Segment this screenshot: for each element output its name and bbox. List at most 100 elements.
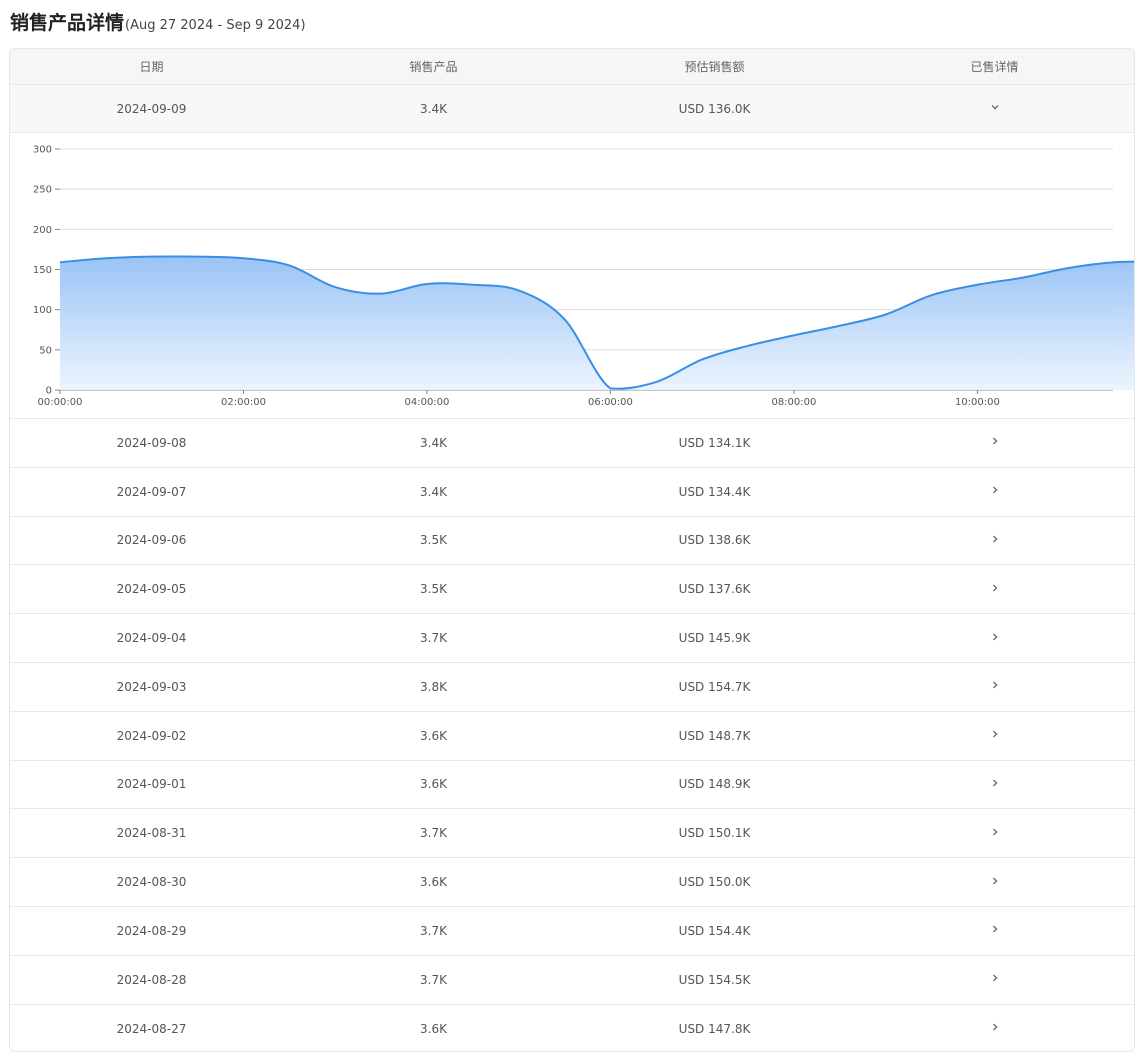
row-date: 2024-09-04 bbox=[116, 631, 187, 646]
row-revenue: USD 150.0K bbox=[678, 875, 751, 890]
table-row[interactable]: 2024-09-08 3.4K USD 134.1K bbox=[10, 419, 1134, 468]
row-date: 2024-09-02 bbox=[116, 728, 187, 743]
x-tick-label: 00:00:00 bbox=[38, 397, 83, 408]
data-point bbox=[1113, 260, 1117, 264]
table-row[interactable]: 2024-09-07 3.4K USD 134.4K bbox=[10, 468, 1134, 517]
y-tick-label: 300 bbox=[33, 145, 52, 156]
row-details-toggle[interactable] bbox=[855, 677, 1134, 696]
column-header-products: 销售产品 bbox=[409, 60, 458, 74]
data-point bbox=[884, 312, 888, 316]
chevron-right-icon[interactable] bbox=[987, 970, 1003, 986]
data-point bbox=[975, 283, 979, 287]
data-point bbox=[104, 256, 108, 260]
row-details-toggle[interactable] bbox=[855, 531, 1134, 550]
chevron-right-icon[interactable] bbox=[987, 531, 1003, 547]
data-point bbox=[746, 344, 750, 348]
table-row[interactable]: 2024-09-02 3.6K USD 148.7K bbox=[10, 712, 1134, 761]
row-details-toggle[interactable] bbox=[855, 482, 1134, 501]
row-date: 2024-09-01 bbox=[116, 777, 187, 792]
y-tick-label: 200 bbox=[33, 225, 52, 236]
table-row[interactable]: 2024-09-04 3.7K USD 145.9K bbox=[10, 614, 1134, 663]
hourly-sales-chart: 0 50 100 150 200 250 300 00:00:00 02:00:00 04:00:… bbox=[10, 133, 1134, 419]
row-date: 2024-09-06 bbox=[116, 533, 187, 548]
row-details-toggle[interactable] bbox=[855, 580, 1134, 599]
y-tick-label: 250 bbox=[33, 185, 52, 196]
table-row[interactable]: 2024-09-06 3.5K USD 138.6K bbox=[10, 517, 1134, 566]
row-date: 2024-08-27 bbox=[116, 1021, 187, 1036]
chevron-right-icon[interactable] bbox=[987, 580, 1003, 596]
data-point bbox=[471, 283, 475, 287]
row-products: 3.5K bbox=[420, 582, 447, 597]
column-header-date: 日期 bbox=[139, 60, 164, 74]
data-point bbox=[1067, 266, 1071, 270]
row-date: 2024-08-28 bbox=[116, 972, 187, 987]
row-revenue: USD 147.8K bbox=[678, 1021, 751, 1036]
chevron-right-icon[interactable] bbox=[987, 873, 1003, 889]
row-details-toggle[interactable] bbox=[855, 726, 1134, 745]
table-row[interactable]: 2024-09-03 3.8K USD 154.7K bbox=[10, 663, 1134, 712]
row-revenue: USD 138.6K bbox=[678, 533, 751, 548]
series-area bbox=[60, 256, 1134, 390]
row-date: 2024-08-29 bbox=[116, 923, 187, 938]
row-revenue: USD 134.1K bbox=[678, 435, 751, 450]
data-point bbox=[58, 260, 62, 264]
row-details-toggle[interactable] bbox=[855, 873, 1134, 892]
chevron-right-icon[interactable] bbox=[987, 629, 1003, 645]
data-point bbox=[563, 317, 567, 321]
data-point bbox=[287, 263, 291, 267]
row-revenue: USD 136.0K bbox=[678, 101, 751, 116]
chevron-right-icon[interactable] bbox=[987, 433, 1003, 449]
row-products: 3.4K bbox=[420, 435, 447, 450]
row-details-toggle[interactable] bbox=[855, 433, 1134, 452]
chevron-right-icon[interactable] bbox=[987, 482, 1003, 498]
table-row[interactable]: 2024-08-31 3.7K USD 150.1K bbox=[10, 809, 1134, 859]
table-row[interactable]: 2024-09-05 3.5K USD 137.6K bbox=[10, 565, 1134, 615]
table-row[interactable]: 2024-08-27 3.6K USD 147.8K bbox=[10, 1005, 1134, 1051]
data-point bbox=[608, 386, 612, 390]
data-point bbox=[838, 324, 842, 328]
row-details-toggle[interactable] bbox=[855, 970, 1134, 989]
y-tick-label: 50 bbox=[39, 345, 52, 356]
row-products: 3.7K bbox=[420, 972, 447, 987]
row-revenue: USD 148.9K bbox=[678, 777, 751, 792]
row-revenue: USD 145.9K bbox=[678, 631, 751, 646]
chevron-right-icon[interactable] bbox=[987, 726, 1003, 742]
row-details-toggle[interactable] bbox=[855, 1019, 1134, 1038]
date-range: (Aug 27 2024 - Sep 9 2024) bbox=[125, 18, 306, 33]
table-header: 日期 销售产品 预估销售额 已售详情 bbox=[10, 49, 1134, 85]
row-details-toggle[interactable] bbox=[855, 99, 1134, 118]
data-point bbox=[1021, 276, 1025, 280]
data-point bbox=[150, 255, 154, 259]
row-date: 2024-08-30 bbox=[116, 875, 187, 890]
row-date: 2024-09-08 bbox=[116, 435, 187, 450]
chevron-right-icon[interactable] bbox=[987, 677, 1003, 693]
row-date: 2024-09-09 bbox=[116, 101, 187, 116]
chevron-right-icon[interactable] bbox=[987, 775, 1003, 791]
chevron-right-icon[interactable] bbox=[987, 824, 1003, 840]
row-revenue: USD 154.5K bbox=[678, 972, 751, 987]
x-tick-label: 02:00:00 bbox=[221, 397, 266, 408]
row-details-toggle[interactable] bbox=[855, 921, 1134, 940]
row-products: 3.6K bbox=[420, 1021, 447, 1036]
table-row[interactable]: 2024-08-29 3.7K USD 154.4K bbox=[10, 907, 1134, 956]
page: 销售产品详情 (Aug 27 2024 - Sep 9 2024) 日期 销售产… bbox=[0, 0, 1148, 1060]
chevron-right-icon[interactable] bbox=[987, 1019, 1003, 1035]
row-details-toggle[interactable] bbox=[855, 824, 1134, 843]
row-revenue: USD 134.4K bbox=[678, 484, 751, 499]
row-products: 3.7K bbox=[420, 631, 447, 646]
data-point bbox=[196, 255, 200, 259]
chevron-down-icon[interactable] bbox=[987, 99, 1003, 115]
data-point bbox=[792, 333, 796, 337]
table-row[interactable]: 2024-09-01 3.6K USD 148.9K bbox=[10, 761, 1134, 810]
column-header-details: 已售详情 bbox=[970, 60, 1019, 74]
row-revenue: USD 154.4K bbox=[678, 923, 751, 938]
table-body: 2024-09-08 3.4K USD 134.1K 2024-09-07 3.4K US… bbox=[10, 419, 1134, 1051]
row-details-toggle[interactable] bbox=[855, 775, 1134, 794]
row-details-toggle[interactable] bbox=[855, 629, 1134, 648]
row-products: 3.5K bbox=[420, 533, 447, 548]
table-row[interactable]: 2024-08-28 3.7K USD 154.5K bbox=[10, 956, 1134, 1005]
table-row[interactable]: 2024-08-30 3.6K USD 150.0K bbox=[10, 858, 1134, 907]
table-row-expanded[interactable]: 2024-09-09 3.4K USD 136.0K bbox=[10, 85, 1134, 133]
chevron-right-icon[interactable] bbox=[987, 921, 1003, 937]
area-chart: 0 50 100 150 200 250 300 00:00:00 02:00:00 04:00:… bbox=[33, 145, 1134, 408]
